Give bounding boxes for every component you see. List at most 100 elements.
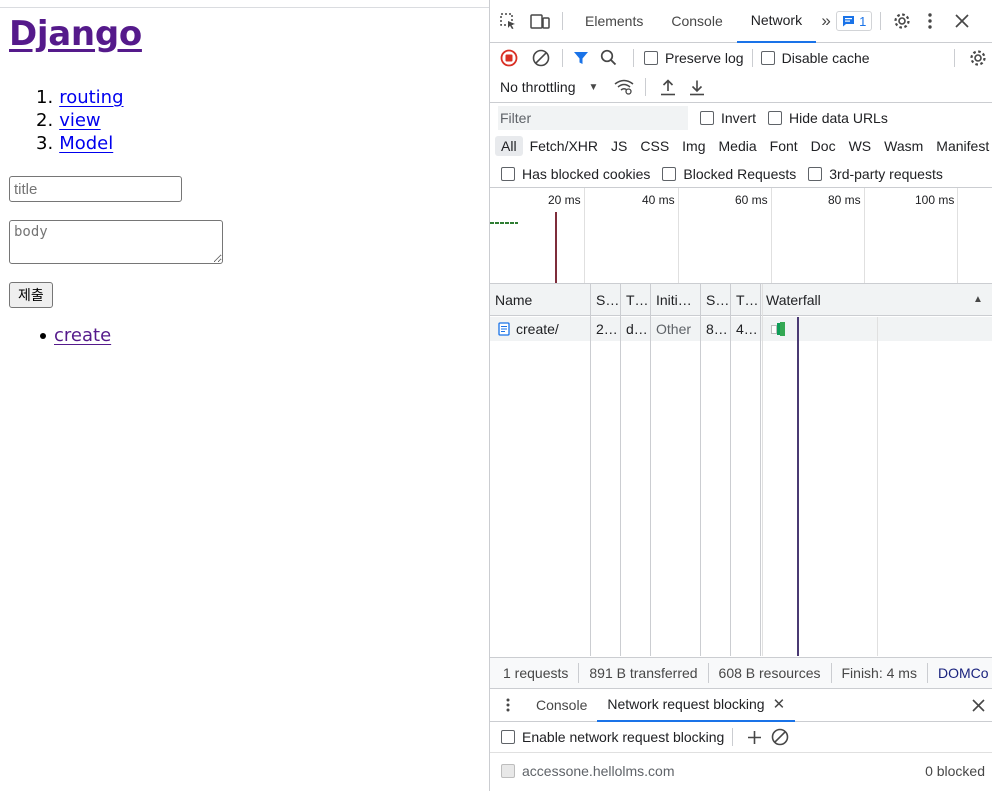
list-item: create [40,325,111,346]
import-har-icon[interactable] [654,72,682,102]
overview-gridline [678,188,679,283]
drawer-tab-console[interactable]: Console [526,689,597,722]
drawer-menu-icon[interactable] [490,689,526,722]
inspect-element-icon[interactable] [490,0,526,43]
nav-number: 1. [36,87,54,108]
filter-input[interactable] [498,105,688,130]
network-summary-bar: 1 requests 891 B transferred 608 B resou… [490,657,992,689]
close-tab-icon[interactable]: ✕ [773,695,786,713]
more-options-icon[interactable] [915,0,945,43]
overview-gridline [584,188,585,283]
has-blocked-cookies-checkbox[interactable] [501,166,515,181]
nav-list: 1. routing 2. view 3. Model [36,86,124,155]
type-doc[interactable]: Doc [805,136,842,156]
disable-cache-checkbox[interactable] [760,50,775,65]
devtools-panel: Elements Console Network » 1 Preserve lo… [489,0,992,791]
blocking-pattern-row[interactable]: accessone.hellolms.com 0 blocked [490,753,992,789]
title-input[interactable] [9,176,182,202]
overview-tick: 100 ms [915,193,955,207]
more-tabs-icon[interactable]: » [816,0,836,43]
network-settings-gear-icon[interactable] [963,43,992,72]
device-toolbar-icon[interactable] [526,0,554,43]
column-divider [700,284,701,656]
enable-blocking-label: Enable network request blocking [522,729,725,745]
column-type[interactable]: T… [621,284,651,315]
close-drawer-icon[interactable] [963,689,992,722]
messages-badge[interactable]: 1 [836,11,873,31]
type-img[interactable]: Img [676,136,711,156]
nav-item: 2. view [36,109,124,132]
third-party-checkbox[interactable] [808,166,823,181]
column-size[interactable]: S… [701,284,731,315]
overview-timeline[interactable]: 20 ms 40 ms 60 ms 80 ms 100 ms [490,188,992,284]
column-time[interactable]: T… [731,284,761,315]
tab-network[interactable]: Network [736,0,817,43]
column-initiator[interactable]: Initi… [651,284,701,315]
clear-icon[interactable] [528,43,554,72]
drawer-tab-label: Network request blocking [607,696,765,712]
type-ws[interactable]: WS [843,136,878,156]
link-list: create [40,325,111,346]
export-har-icon[interactable] [682,72,712,102]
hide-data-urls-checkbox[interactable] [768,110,783,125]
type-font[interactable]: Font [764,136,804,156]
pattern-blocked-count: 0 blocked [925,763,985,779]
requests-table-header: Name S… T… Initi… S… T… Waterfall ▲ [490,284,992,316]
preserve-log-label: Preserve log [665,49,744,66]
toolbar-divider [751,48,753,67]
request-name: create/ [516,321,559,337]
page-top-border [0,0,489,8]
overview-gridline [771,188,772,283]
chevron-down-icon[interactable]: ▼ [575,72,611,102]
network-conditions-icon[interactable] [611,72,637,102]
sort-ascending-icon: ▲ [973,294,983,305]
type-fetch-xhr[interactable]: Fetch/XHR [524,136,604,156]
filter-funnel-icon[interactable] [571,43,591,72]
toolbar-divider [732,728,734,746]
nav-link-routing[interactable]: routing [59,86,123,109]
nav-item: 3. Model [36,132,124,155]
column-divider [760,284,761,656]
tab-console[interactable]: Console [657,0,736,43]
pattern-checkbox[interactable] [501,764,515,778]
pattern-url: accessone.hellolms.com [522,763,675,779]
type-wasm[interactable]: Wasm [878,136,929,156]
page-title[interactable]: Django [9,14,142,54]
invert-checkbox[interactable] [700,110,714,125]
nav-link-view[interactable]: view [59,109,100,132]
preserve-log-checkbox[interactable] [644,50,658,65]
blocked-requests-checkbox[interactable] [662,166,677,181]
tab-elements[interactable]: Elements [571,0,657,43]
type-all[interactable]: All [495,136,523,156]
blocked-filters: Has blocked cookies Blocked Requests 3rd… [490,160,992,188]
body-textarea[interactable] [9,220,223,264]
remove-all-patterns-icon[interactable] [767,722,793,752]
settings-gear-icon[interactable] [889,0,915,43]
nav-number: 2. [36,110,54,131]
column-divider [590,284,591,656]
close-devtools-icon[interactable] [945,0,979,43]
type-css[interactable]: CSS [634,136,675,156]
document-icon [498,322,510,336]
drawer-tab-request-blocking[interactable]: Network request blocking ✕ [597,689,796,722]
enable-blocking-checkbox[interactable] [501,730,515,744]
submit-button[interactable]: 제출 [9,282,53,308]
resource-type-filter: All Fetch/XHR JS CSS Img Media Font Doc … [490,132,992,160]
record-stop-icon[interactable] [490,43,528,72]
table-row[interactable]: create/ 2… d… Other 8… 4… [490,317,992,341]
type-js[interactable]: JS [605,136,633,156]
network-toolbar: Preserve log Disable cache [490,43,992,72]
request-type: d… [626,321,648,337]
add-pattern-icon[interactable] [741,722,767,752]
column-status[interactable]: S… [591,284,621,315]
summary-transferred: 891 B transferred [579,663,709,683]
type-manifest[interactable]: Manifest [930,136,992,156]
type-media[interactable]: Media [713,136,763,156]
column-name[interactable]: Name [490,284,590,315]
throttling-select[interactable]: No throttling [500,79,575,95]
search-icon[interactable] [591,43,625,72]
nav-link-model[interactable]: Model [59,132,113,155]
create-link[interactable]: create [54,325,111,346]
network-toolbar-secondary: No throttling ▼ [490,72,992,103]
column-waterfall[interactable]: Waterfall [761,284,961,315]
